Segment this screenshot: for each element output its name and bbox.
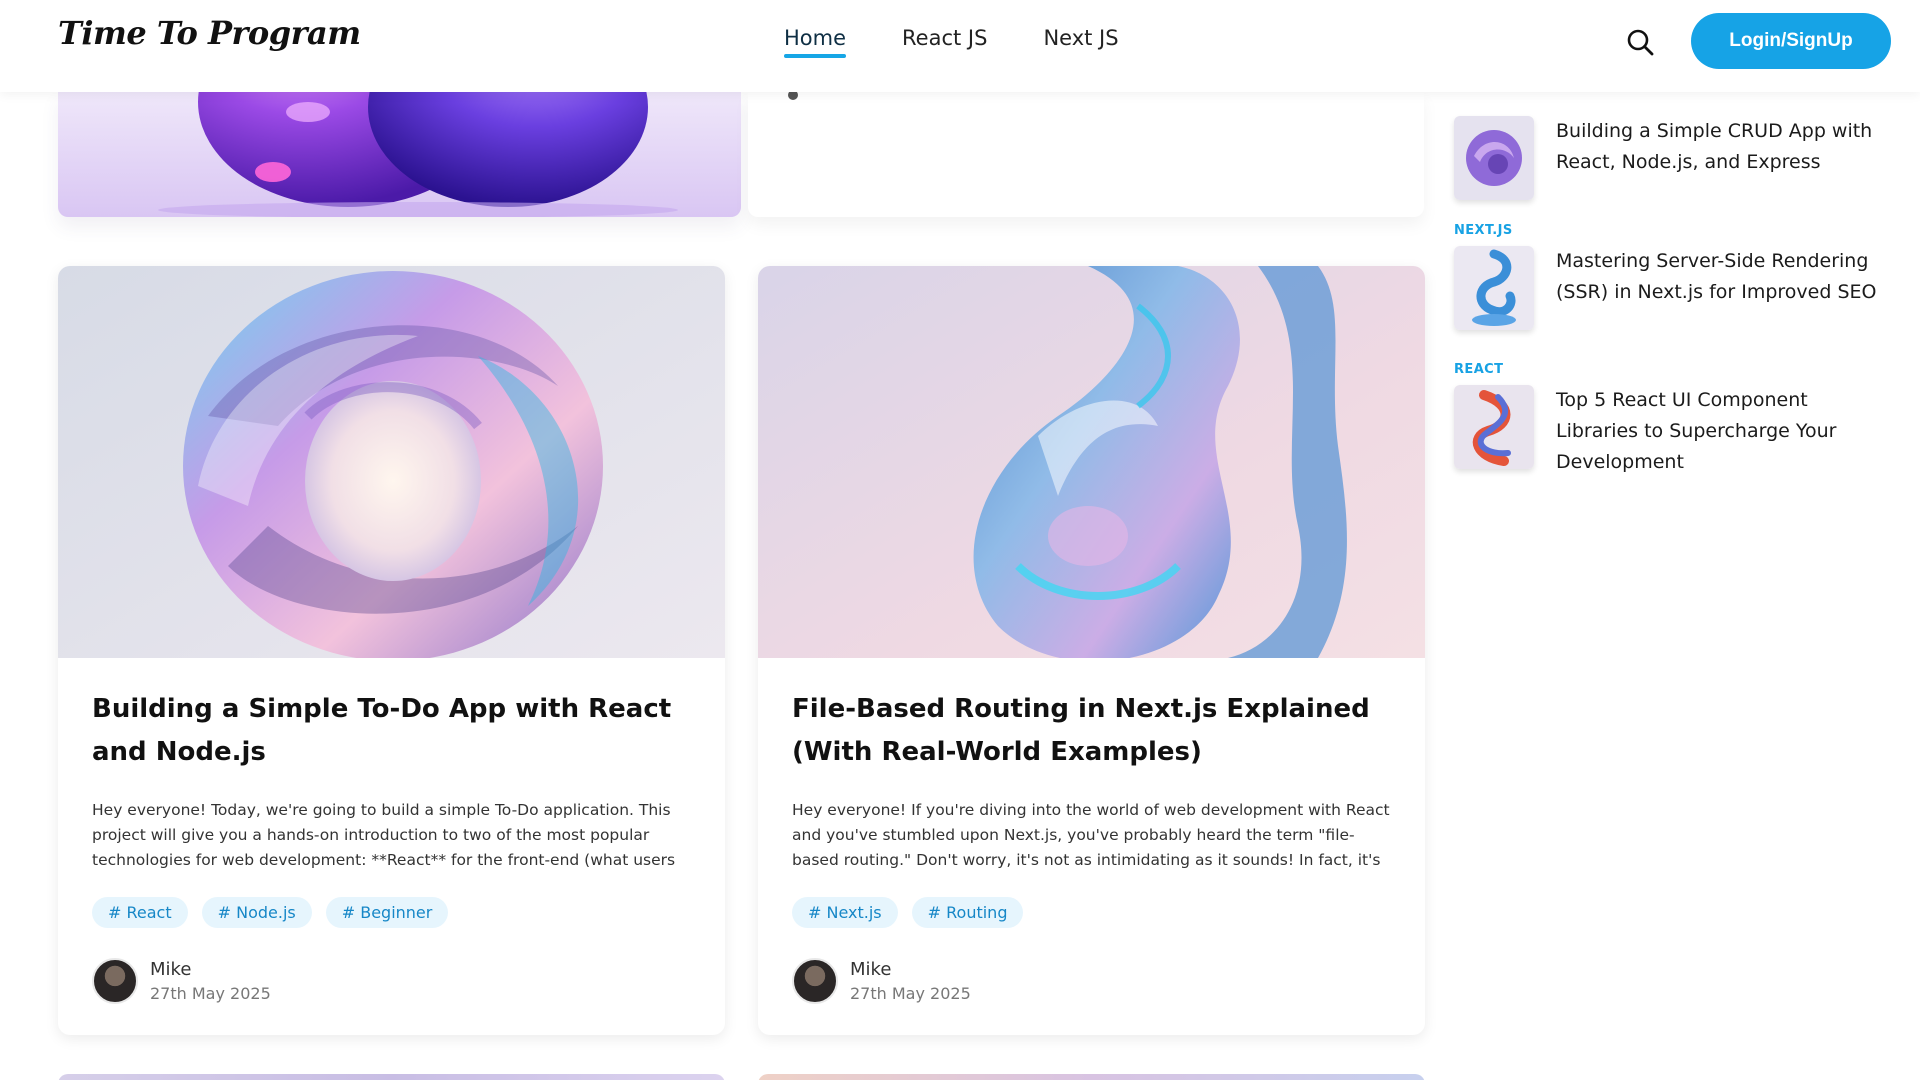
post-author: Mike 27th May 2025: [792, 958, 1391, 1004]
sidebar-post[interactable]: REACT Top 5 React UI Component Libraries…: [1454, 362, 1894, 478]
sidebar-thumbnail[interactable]: [1454, 246, 1534, 330]
sidebar-thumbnail[interactable]: [1454, 116, 1534, 200]
tag-beginner[interactable]: # Beginner: [325, 897, 449, 928]
author-name: Mike: [150, 959, 192, 980]
post-card[interactable]: File-Based Routing in Next.js Explained …: [758, 266, 1425, 1035]
sidebar-post[interactable]: NEXT.JS Mastering Server-Side Rendering …: [1454, 223, 1894, 330]
spheres-artwork: [58, 92, 741, 217]
ribbon-artwork: [1454, 385, 1534, 469]
login-signup-button[interactable]: Login/SignUp: [1691, 13, 1891, 69]
sidebar-post-category[interactable]: REACT: [1454, 362, 1894, 377]
tag-react[interactable]: # React: [92, 897, 188, 928]
post-excerpt: Hey everyone! If you're diving into the …: [792, 801, 1390, 869]
next-post-image[interactable]: [58, 1074, 725, 1080]
post-title[interactable]: Building a Simple To-Do App with React a…: [92, 688, 691, 774]
post-tags: # React # Node.js # Beginner: [92, 897, 691, 928]
tag-routing[interactable]: # Routing: [911, 897, 1024, 928]
post-image[interactable]: [758, 266, 1425, 658]
site-header: Time To Program Home React JS Next JS Lo…: [0, 0, 1920, 92]
sidebar-thumbnail[interactable]: [1454, 385, 1534, 469]
search-button[interactable]: [1622, 24, 1658, 60]
author-name: Mike: [850, 959, 892, 980]
sidebar-post-title[interactable]: Mastering Server-Side Rendering (SSR) in…: [1556, 246, 1886, 330]
post-tags: # Next.js # Routing: [792, 897, 1391, 928]
post-date: 27th May 2025: [150, 984, 271, 1003]
sidebar-post[interactable]: Building a Simple CRUD App with React, N…: [1454, 116, 1894, 200]
previous-post-image[interactable]: [58, 92, 741, 217]
post-excerpt: Hey everyone! Today, we're going to buil…: [92, 801, 676, 869]
nav-next-js[interactable]: Next JS: [1043, 26, 1118, 56]
avatar[interactable]: [92, 958, 138, 1004]
sidebar-post-title[interactable]: Top 5 React UI Component Libraries to Su…: [1556, 385, 1886, 478]
nav-home[interactable]: Home: [784, 26, 847, 58]
main-nav: Home React JS Next JS: [784, 26, 1119, 58]
nav-react-js[interactable]: React JS: [902, 26, 987, 56]
search-icon: [1627, 29, 1654, 56]
purple-orb-artwork: [1454, 116, 1534, 200]
glass-wave-artwork: [758, 266, 1425, 658]
post-date: 27th May 2025: [850, 984, 971, 1003]
tag-nextjs[interactable]: # Next.js: [792, 897, 898, 928]
sidebar-post-title[interactable]: Building a Simple CRUD App with React, N…: [1556, 116, 1886, 200]
post-image[interactable]: [58, 266, 725, 658]
post-author: Mike 27th May 2025: [92, 958, 691, 1004]
site-logo[interactable]: Time To Program: [58, 14, 361, 52]
avatar[interactable]: [792, 958, 838, 1004]
next-post-image[interactable]: [758, 1074, 1425, 1080]
blue-spiral-artwork: [1454, 246, 1534, 330]
post-title[interactable]: File-Based Routing in Next.js Explained …: [792, 688, 1391, 774]
post-card[interactable]: Building a Simple To-Do App with React a…: [58, 266, 725, 1035]
previous-post-card[interactable]: [748, 90, 1424, 217]
swirl-torus-artwork: [58, 266, 725, 658]
sidebar-post-category[interactable]: NEXT.JS: [1454, 223, 1894, 238]
tag-nodejs[interactable]: # Node.js: [201, 897, 312, 928]
